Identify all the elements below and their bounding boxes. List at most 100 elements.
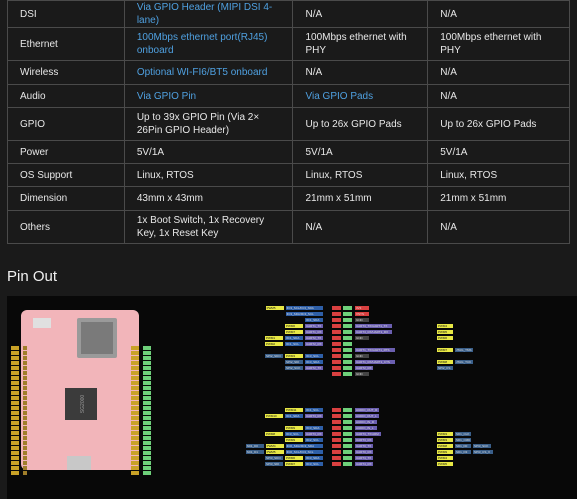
pin-function-tag: AUDIO_OUT_L bbox=[355, 414, 380, 418]
pin-function-tag: UART1_RX/UART1_CTS bbox=[355, 360, 395, 364]
header-pin-number bbox=[332, 462, 341, 466]
pin-function-tag: SPI3_CS_X bbox=[473, 450, 493, 454]
row-label: Wireless bbox=[7, 60, 125, 85]
header-pin-number bbox=[343, 318, 352, 322]
pin-function-tag: IIC1_SDA bbox=[285, 414, 303, 418]
table-row: OS Support Linux, RTOS Linux, RTOS Linux, R… bbox=[7, 163, 570, 187]
pin-function-tag: IIC2_SCL bbox=[305, 438, 323, 442]
duo-256m-cell: Up to 26x GPIO Pads bbox=[292, 107, 429, 141]
duo-s-cell[interactable]: Via GPIO Pin bbox=[123, 84, 294, 108]
table-row: Power 5V/1A 5V/1A 5V/1A bbox=[7, 140, 570, 164]
header-pin-number bbox=[343, 420, 352, 424]
pin-function-tag: PWM5 bbox=[437, 330, 453, 334]
pin-function-tag: AUDIO_IN_L bbox=[355, 426, 377, 430]
pin-function-tag: SPI3_SCK bbox=[473, 444, 491, 448]
header-pin-number bbox=[332, 426, 341, 430]
pin-function-tag: PWM4 bbox=[437, 456, 453, 460]
duo-s-cell: Linux, RTOS bbox=[123, 163, 294, 187]
duo-256m-cell[interactable]: Via GPIO Pads bbox=[292, 84, 429, 108]
header-pin-number bbox=[332, 414, 341, 418]
pin-function-tag: SD1_D0 bbox=[455, 444, 471, 448]
pin-function-tag: UART4_TX bbox=[355, 456, 373, 460]
pin-function-tag: PWM7 bbox=[437, 348, 453, 352]
duo-cell: N/A bbox=[427, 84, 570, 108]
header-pin-number bbox=[343, 366, 352, 370]
header-pin-number bbox=[332, 318, 341, 322]
duo-s-cell[interactable]: Optional WI-FI6/BT5 onboard bbox=[123, 60, 294, 85]
duo-s-cell[interactable]: Via GPIO Header (MIPI DSI 4-lane) bbox=[123, 0, 294, 28]
header-pin-number bbox=[332, 372, 341, 376]
pin-function-tag: UART1_TX/UART1_RTS bbox=[355, 348, 395, 352]
pin-function-tag: PWM3 bbox=[437, 438, 453, 442]
header-pin-number bbox=[343, 306, 352, 310]
pin-function-tag: SPI2_SDI bbox=[285, 360, 303, 364]
pin-function-tag: UART2_RX bbox=[305, 342, 323, 346]
header-pin-number bbox=[343, 438, 352, 442]
pin-function-tag: PWM3 bbox=[437, 432, 453, 436]
pin-function-tag: IIC1_SDA bbox=[305, 318, 323, 322]
pin-function-tag: SD1_D3 bbox=[455, 450, 471, 454]
pin-function-tag: PWM9 bbox=[437, 450, 453, 454]
pin-function-tag: PWM2 bbox=[265, 342, 283, 346]
duo-256m-cell: N/A bbox=[292, 0, 429, 28]
header-pin-number bbox=[332, 360, 341, 364]
pin-function-tag: PWM9 bbox=[285, 426, 303, 430]
pin-function-tag: VSYS bbox=[355, 312, 369, 316]
header-pin-number bbox=[343, 348, 352, 352]
header-pin-number bbox=[332, 336, 341, 340]
pin-function-tag: 3V3 bbox=[355, 306, 369, 310]
pin-function-tag: SD1_D1 bbox=[245, 450, 264, 454]
pin-function-tag: PWM8 bbox=[437, 360, 453, 364]
pin-function-tag: UART1_TX bbox=[305, 324, 323, 328]
pin-function-tag: IIC3_SDA bbox=[305, 360, 323, 364]
pin-function-tag: IIC0_SDA/IIC3_SDA bbox=[285, 444, 323, 448]
pin-function-tag: GND bbox=[355, 336, 369, 340]
pin-function-tag: UART3_RX/UART1_RX bbox=[355, 330, 393, 334]
pin-function-tag: GND bbox=[355, 372, 369, 376]
duo-s-cell: 1x Boot Switch, 1x Recovery Key, 1x Rese… bbox=[123, 210, 294, 244]
duo-256m-cell: 100Mbps ethernet with PHY bbox=[292, 27, 429, 61]
spec-table-container: DSI Via GPIO Header (MIPI DSI 4-lane) N/A N… bbox=[7, 0, 570, 244]
pin-function-tag: IIC1_SCL bbox=[305, 408, 323, 412]
pin-function-tag: PWM5 bbox=[265, 450, 284, 454]
pin-function-tag: SPI3_SDI bbox=[265, 462, 283, 466]
pin-function-tag: UART0_RX bbox=[355, 450, 373, 454]
header-pin-number bbox=[332, 354, 341, 358]
pin-function-tag: SPI2_SCK bbox=[285, 366, 303, 370]
pin-function-tag: AUDIO_OUT_R bbox=[355, 408, 380, 412]
pin-function-tag: SPI3_SDO bbox=[265, 456, 283, 460]
duo-s-cell: 43mm x 43mm bbox=[123, 186, 294, 211]
duo-cell: 5V/1A bbox=[427, 140, 570, 164]
pin-function-tag: SD1_D0 bbox=[245, 444, 264, 448]
pin-function-tag: IIC1_SCL bbox=[285, 342, 303, 346]
pin-function-tag: PWM3 bbox=[285, 354, 303, 358]
pin-function-tag: IIC3_SCL bbox=[305, 354, 323, 358]
header-pin-number bbox=[343, 426, 352, 430]
header-pin-number bbox=[343, 324, 352, 328]
duo-256m-cell: N/A bbox=[292, 60, 429, 85]
header-pin-number bbox=[332, 366, 341, 370]
pin-function-tag: PWM11 bbox=[285, 408, 303, 412]
pinout-diagram: SG2000 IIC3_SCL/IIC3_SDA PWM5 3V3 IIC3_SDA/… bbox=[7, 296, 577, 499]
pin-function-tag: PWM6 bbox=[285, 324, 303, 328]
header-pin-number bbox=[332, 438, 341, 442]
pin-function-tag: SPI2_CS bbox=[437, 366, 453, 370]
table-row: Audio Via GPIO Pin Via GPIO Pads N/A bbox=[7, 84, 570, 108]
header-pin-number bbox=[332, 450, 341, 454]
pin-function-tag: PWM4 bbox=[437, 324, 453, 328]
header-pin-number bbox=[332, 312, 341, 316]
pin-function-tag: PWM1 bbox=[265, 336, 283, 340]
row-label: OS Support bbox=[7, 163, 125, 187]
header-pin-number bbox=[332, 342, 341, 346]
table-row: Others 1x Boot Switch, 1x Recovery Key, 1… bbox=[7, 210, 570, 244]
header-pin-number bbox=[343, 342, 352, 346]
pin-function-tag: UART3_TX/UART1_TX bbox=[355, 324, 393, 328]
duo-256m-cell: 5V/1A bbox=[292, 140, 429, 164]
pin-function-tag: PWM8 bbox=[437, 444, 453, 448]
pin-function-tag: GND bbox=[355, 354, 369, 358]
header-pin-number bbox=[332, 330, 341, 334]
header-pin-number bbox=[343, 372, 352, 376]
pin-function-tag: UART4_RX bbox=[355, 462, 373, 466]
pin-function-tag: UART0_TX bbox=[355, 444, 373, 448]
duo-s-cell[interactable]: 100Mbps ethernet port(RJ45) onboard bbox=[123, 27, 294, 61]
